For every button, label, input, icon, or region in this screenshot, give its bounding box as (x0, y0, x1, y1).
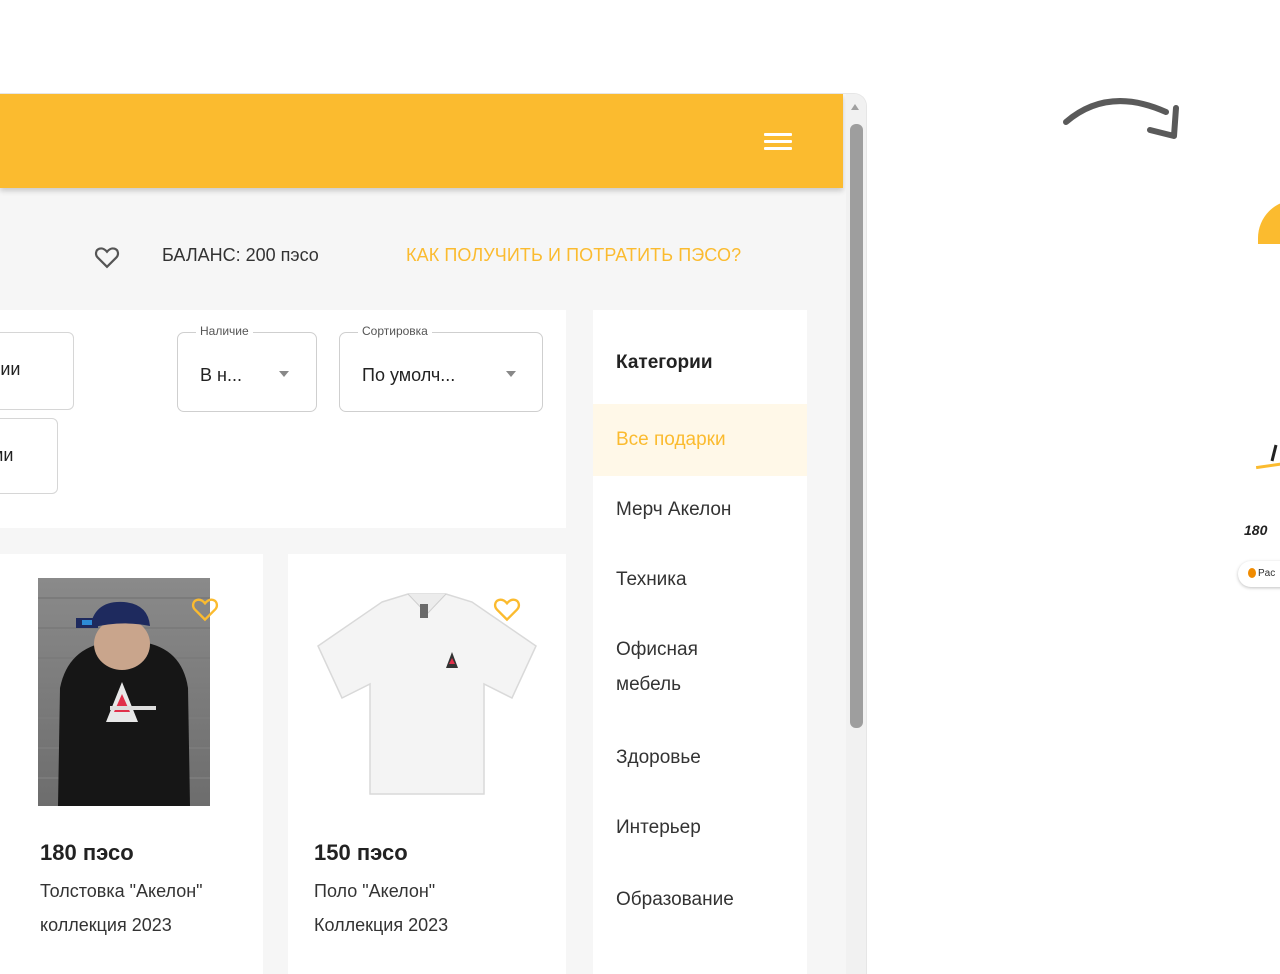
dropdown-arrow-icon (506, 371, 516, 377)
hoodie-photo (38, 597, 210, 806)
category-item-office-furniture[interactable]: Офисная мебель (593, 632, 743, 702)
heart-outline-icon[interactable] (93, 245, 121, 269)
dropdown-arrow-icon (279, 371, 289, 377)
header-bar (0, 94, 843, 188)
availability-value: В н... (200, 365, 242, 385)
curved-arrow-icon (1063, 98, 1179, 139)
balance-text: БАЛАНС: 200 пэсо (162, 245, 319, 265)
sorting-select[interactable]: Сортировка По умолч... (339, 324, 543, 412)
sorting-value: По умолч... (362, 365, 456, 385)
availability-label: Наличие (196, 324, 253, 338)
scroll-thumb[interactable] (850, 124, 863, 728)
help-link[interactable]: КАК ПОЛУЧИТЬ И ПОТРАТИТЬ ПЭСО? (406, 245, 741, 266)
favorite-heart-icon[interactable] (190, 596, 220, 622)
product-price: 150 пэсо (314, 840, 408, 865)
categories-heading: Категории (616, 352, 713, 373)
filter-chip[interactable]: чии (0, 332, 74, 410)
category-item-merch[interactable]: Мерч Акелон (593, 492, 807, 527)
category-item-electronics[interactable]: Техника (593, 562, 807, 597)
decorative-pill-text: Pac (1258, 568, 1276, 579)
product-title-line: Коллекция 2023 (314, 915, 449, 935)
product-card[interactable]: 150 пэсо Поло "Акелон" Коллекция 2023 (288, 554, 566, 974)
hamburger-icon[interactable] (764, 133, 794, 155)
filter-chip[interactable]: ми (0, 418, 58, 494)
decorative-yellow-shape (1258, 200, 1280, 244)
filter-chip-label: ми (0, 445, 14, 465)
product-title-line: коллекция 2023 (40, 915, 172, 935)
filter-chip-label: чии (0, 359, 21, 379)
product-price: 180 пэсо (40, 840, 134, 865)
category-item-all-gifts[interactable]: Все подарки (593, 404, 807, 476)
scrollbar[interactable] (846, 94, 866, 974)
product-card[interactable]: 180 пэсо Толстовка "Акелон" коллекция 20… (0, 554, 263, 974)
decorative-price: 180 (1244, 522, 1268, 538)
app-window: БАЛАНС: 200 пэсо КАК ПОЛУЧИТЬ И ПОТРАТИТ… (0, 94, 866, 974)
product-title-line: Поло "Акелон" (314, 881, 436, 901)
product-title-line: Толстовка "Акелон" (40, 881, 203, 901)
product-title[interactable]: Поло "Акелон" Коллекция 2023 (314, 874, 448, 942)
filters-panel: чии ми Наличие В н... Сортировка По умол… (0, 310, 566, 528)
decorative-mark (1270, 444, 1278, 462)
categories-panel: Категории Все подарки Мерч Акелон Техник… (593, 310, 807, 974)
category-item-health[interactable]: Здоровье (593, 740, 807, 775)
product-image[interactable] (38, 578, 210, 806)
availability-select[interactable]: Наличие В н... (177, 324, 317, 412)
sorting-label: Сортировка (358, 324, 432, 338)
favorite-heart-icon[interactable] (492, 596, 522, 622)
scroll-up-arrow-icon[interactable] (851, 104, 859, 110)
decorative-line (1255, 461, 1280, 470)
category-item-education[interactable]: Образование (593, 882, 807, 917)
coin-icon (1248, 568, 1256, 578)
decorative-pill: Pac (1238, 561, 1280, 587)
category-item-interior[interactable]: Интерьер (593, 810, 807, 845)
product-title[interactable]: Толстовка "Акелон" коллекция 2023 (40, 874, 203, 942)
